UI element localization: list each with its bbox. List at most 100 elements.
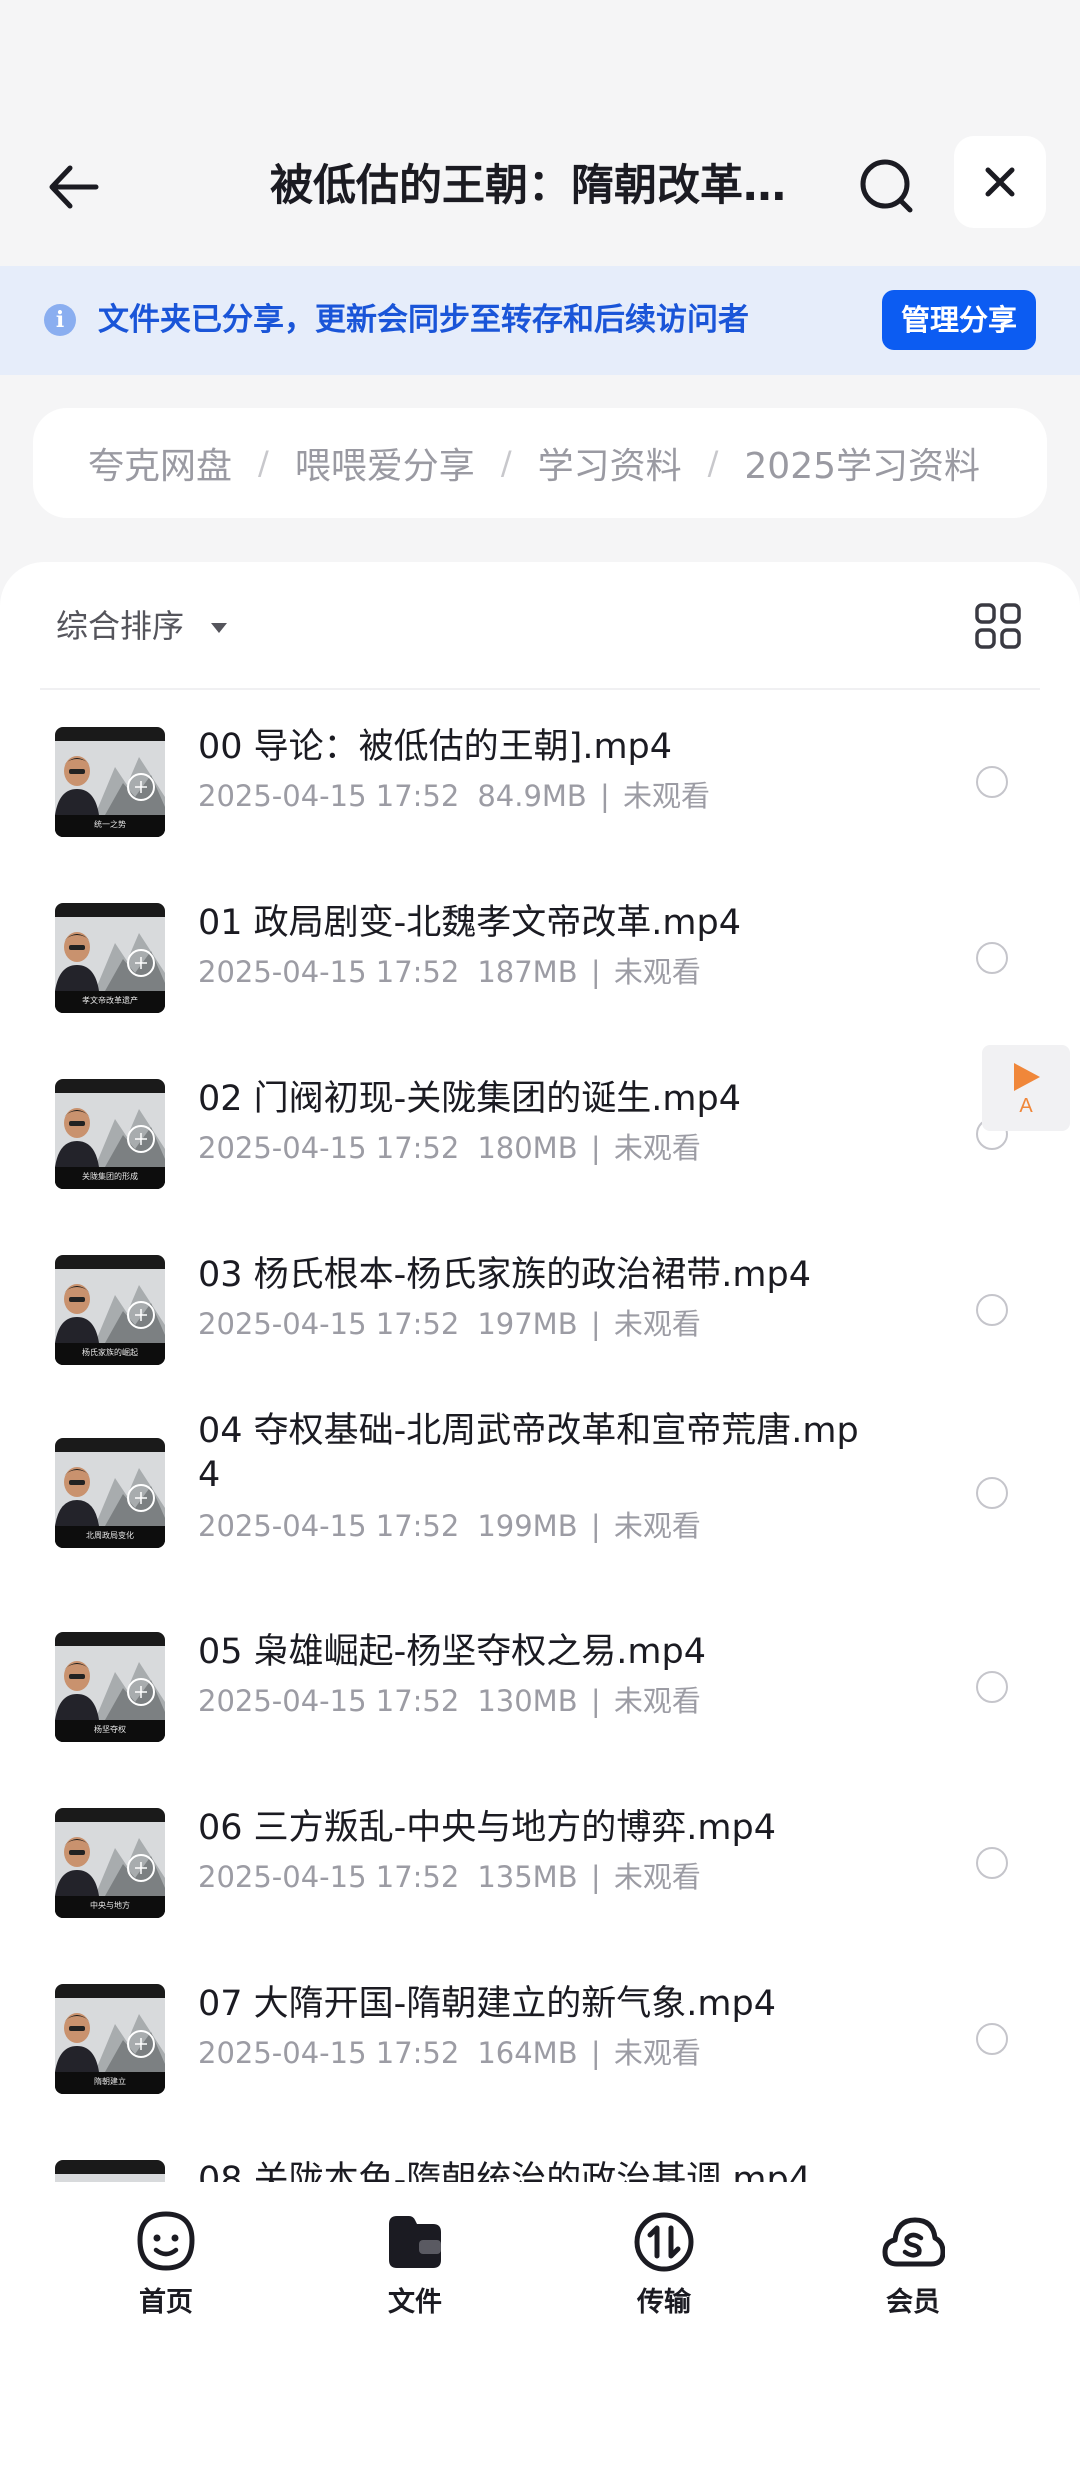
file-date: 2025-04-15 17:52: [198, 955, 460, 989]
thumbnail-caption: 隋朝建立: [94, 2077, 126, 2086]
watch-status: 未观看: [613, 1509, 701, 1543]
page-title: 被低估的王朝：隋朝改革与政治重建: [270, 161, 790, 211]
nav-files-label: 文件: [388, 2287, 442, 2318]
file-meta: 2025-04-15 17:52 135MB | 未观看: [198, 1857, 701, 1897]
floating-player-button[interactable]: A: [982, 1045, 1070, 1131]
search-icon: [860, 159, 913, 213]
select-radio[interactable]: [976, 1477, 1008, 1509]
video-thumbnail[interactable]: 杨坚夺权: [55, 1632, 165, 1742]
file-meta: 2025-04-15 17:52 164MB | 未观看: [198, 2033, 701, 2073]
nav-member[interactable]: 会员: [843, 2210, 983, 2330]
select-radio[interactable]: [976, 2023, 1008, 2055]
file-meta: 2025-04-15 17:52 199MB | 未观看: [198, 1506, 701, 1546]
close-icon: [985, 167, 1015, 197]
grid-view-icon: [975, 603, 1021, 649]
video-thumbnail[interactable]: 中央与地方: [55, 1808, 165, 1918]
file-size: 180MB: [477, 1131, 578, 1165]
select-radio[interactable]: [976, 942, 1008, 974]
file-date: 2025-04-15 17:52: [198, 1684, 460, 1718]
file-name: 01 政局剧变-北魏孝文帝改革.mp4: [198, 903, 741, 943]
thumbnail-caption: 中央与地方: [90, 1901, 130, 1910]
home-face-icon: [137, 2211, 195, 2271]
watch-status: 未观看: [623, 779, 711, 813]
file-name: 05 枭雄崛起-杨坚夺权之易.mp4: [198, 1632, 706, 1672]
floating-player-label: A: [1019, 1095, 1033, 1117]
video-thumbnail[interactable]: 杨氏家族的崛起: [55, 1255, 165, 1365]
share-banner-text: 文件夹已分享，更新会同步至转存和后续访问者: [98, 302, 749, 338]
nav-transfer-label: 传输: [637, 2287, 691, 2318]
file-size: 135MB: [477, 1860, 578, 1894]
video-thumbnail[interactable]: 隋朝建立: [55, 1984, 165, 2094]
breadcrumb-item[interactable]: 学习资料: [538, 437, 682, 489]
caret-down-icon[interactable]: [208, 620, 230, 636]
file-row[interactable]: 北周政局变化 04 夺权基础-北周武帝改革和宣帝荒唐.mp4 2025-04-15 …: [0, 1398, 1080, 1598]
breadcrumb-separator: /: [707, 444, 719, 482]
file-row[interactable]: 杨氏家族的崛起 03 杨氏根本-杨氏家族的政治裙带.mp4 2025-04-15 1…: [0, 1222, 1080, 1398]
video-thumbnail[interactable]: 北周政局变化: [55, 1438, 165, 1548]
file-name: 07 大隋开国-隋朝建立的新气象.mp4: [198, 1984, 776, 2024]
meta-separator: |: [590, 779, 620, 813]
file-size: 197MB: [477, 1307, 578, 1341]
file-size: 187MB: [477, 955, 578, 989]
breadcrumb-separator: /: [258, 444, 269, 482]
watch-status: 未观看: [613, 2036, 701, 2070]
nav-files[interactable]: 文件: [345, 2210, 485, 2330]
nav-home[interactable]: 首页: [96, 2210, 236, 2330]
file-meta: 2025-04-15 17:52 187MB | 未观看: [198, 952, 701, 992]
thumbnail-caption: 关陇集团的形成: [82, 1172, 138, 1181]
file-row[interactable]: 隋朝建立 07 大隋开国-隋朝建立的新气象.mp4 2025-04-15 17:52…: [0, 1951, 1080, 2127]
thumbnail-caption: 统一之势: [94, 820, 126, 829]
file-date: 2025-04-15 17:52: [198, 1860, 460, 1894]
select-radio[interactable]: [976, 766, 1008, 798]
breadcrumb-item-root[interactable]: 夸克网盘: [88, 437, 232, 489]
file-meta: 2025-04-15 17:52 84.9MB | 未观看: [198, 776, 710, 816]
nav-home-label: 首页: [139, 2287, 193, 2318]
meta-separator: |: [581, 955, 610, 989]
watch-status: 未观看: [613, 1684, 701, 1718]
select-radio[interactable]: [976, 1671, 1008, 1703]
file-name: 02 门阀初现-关陇集团的诞生.mp4: [198, 1079, 741, 1119]
grid-view-button[interactable]: [974, 602, 1022, 650]
file-row[interactable]: 孝文帝改革遗产 01 政局剧变-北魏孝文帝改革.mp4 2025-04-15 17:…: [0, 870, 1080, 1046]
back-button[interactable]: [40, 152, 110, 222]
arrow-left-icon: [49, 165, 99, 209]
watch-status: 未观看: [613, 1860, 701, 1894]
file-row[interactable]: 中央与地方 06 三方叛乱-中央与地方的博弈.mp4 2025-04-15 17:5…: [0, 1775, 1080, 1951]
breadcrumb-fade: [977, 408, 1047, 518]
file-name: 06 三方叛乱-中央与地方的博弈.mp4: [198, 1808, 776, 1848]
file-row[interactable]: 统一之势 00 导论：被低估的王朝].mp4 2025-04-15 17:52 84.…: [0, 694, 1080, 870]
watch-status: 未观看: [613, 1131, 701, 1165]
thumbnail-caption: 北周政局变化: [86, 1531, 134, 1540]
breadcrumb-item[interactable]: 2025学习资料: [744, 437, 980, 489]
meta-separator: |: [581, 1509, 610, 1543]
file-size: 199MB: [477, 1509, 578, 1543]
file-meta: 2025-04-15 17:52 130MB | 未观看: [198, 1681, 701, 1721]
play-icon: [1014, 1063, 1040, 1091]
video-thumbnail[interactable]: 关陇集团的形成: [55, 1079, 165, 1189]
file-meta: 2025-04-15 17:52 197MB | 未观看: [198, 1304, 701, 1344]
file-name: 04 夺权基础-北周武帝改革和宣帝荒唐.mp4: [198, 1411, 859, 1495]
sort-dropdown[interactable]: 综合排序: [56, 604, 184, 648]
file-row[interactable]: 杨坚夺权 05 枭雄崛起-杨坚夺权之易.mp4 2025-04-15 17:52 13…: [0, 1599, 1080, 1775]
search-button[interactable]: [852, 152, 922, 222]
member-cloud-icon: [882, 2217, 945, 2267]
file-row[interactable]: 关陇集团的形成 02 门阀初现-关陇集团的诞生.mp4 2025-04-15 17:…: [0, 1046, 1080, 1222]
meta-separator: |: [581, 1131, 610, 1165]
breadcrumb-item[interactable]: 喂喂爱分享: [295, 437, 475, 489]
video-thumbnail[interactable]: 孝文帝改革遗产: [55, 903, 165, 1013]
close-button[interactable]: [954, 136, 1046, 228]
meta-separator: |: [581, 1307, 610, 1341]
file-date: 2025-04-15 17:52: [198, 1307, 460, 1341]
manage-share-button[interactable]: 管理分享: [882, 290, 1036, 350]
info-icon: i: [44, 304, 76, 336]
video-thumbnail[interactable]: 统一之势: [55, 727, 165, 837]
file-list: 统一之势 00 导论：被低估的王朝].mp4 2025-04-15 17:52 84.…: [0, 694, 1080, 2284]
select-radio[interactable]: [976, 1294, 1008, 1326]
nav-transfer[interactable]: 传输: [594, 2210, 734, 2330]
file-name: 03 杨氏根本-杨氏家族的政治裙带.mp4: [198, 1255, 811, 1295]
thumbnail-caption: 孝文帝改革遗产: [82, 996, 138, 1005]
select-radio[interactable]: [976, 1847, 1008, 1879]
file-date: 2025-04-15 17:52: [198, 2036, 460, 2070]
file-meta: 2025-04-15 17:52 180MB | 未观看: [198, 1128, 701, 1168]
thumbnail-caption: 杨氏家族的崛起: [82, 1348, 138, 1357]
